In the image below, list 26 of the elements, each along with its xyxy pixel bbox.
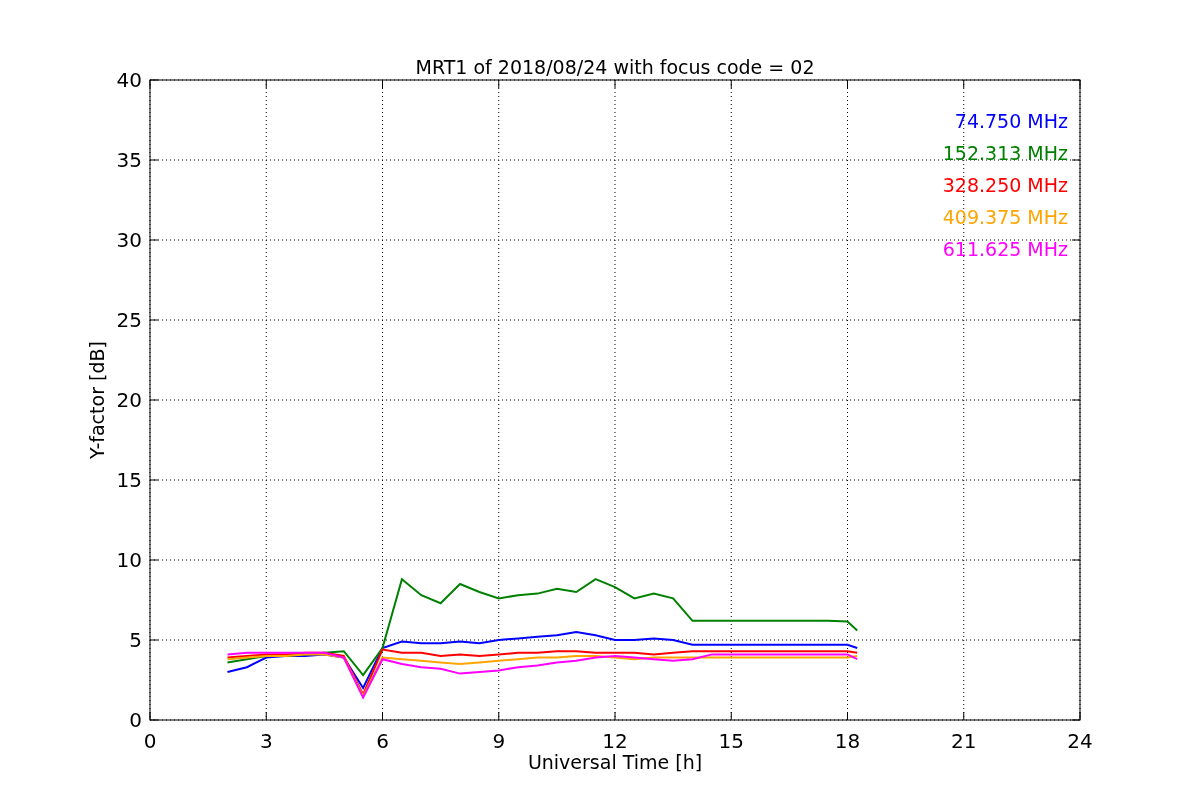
y-tick-label: 25 xyxy=(116,308,142,332)
y-tick-label: 20 xyxy=(116,388,142,412)
x-tick-label: 24 xyxy=(1067,729,1093,753)
y-tick-label: 30 xyxy=(116,228,142,252)
y-tick-label: 10 xyxy=(116,548,142,572)
y-tick-label: 15 xyxy=(116,468,142,492)
y-tick-label: 0 xyxy=(129,708,142,732)
x-tick-label: 9 xyxy=(492,729,506,753)
y-axis-label: Y-factor [dB] xyxy=(86,341,108,459)
y-tick-label: 35 xyxy=(116,148,142,172)
x-tick-label: 21 xyxy=(951,729,977,753)
x-tick-label: 18 xyxy=(834,729,861,753)
legend-label: 409.375 MHz xyxy=(942,206,1068,228)
x-tick-label: 15 xyxy=(718,729,744,753)
y-tick-label: 5 xyxy=(129,628,142,652)
chart-title: MRT1 of 2018/08/24 with focus code = 02 xyxy=(415,56,815,78)
x-tick-label: 3 xyxy=(259,729,273,753)
x-axis-label: Universal Time [h] xyxy=(527,751,703,773)
x-tick-label: 0 xyxy=(143,729,157,753)
x-tick-label: 12 xyxy=(602,729,628,753)
legend-label: 611.625 MHz xyxy=(942,238,1068,260)
legend-label: 152.313 MHz xyxy=(942,142,1068,164)
legend-label: 74.750 MHz xyxy=(954,110,1068,132)
y-tick-label: 40 xyxy=(116,68,142,92)
x-tick-label: 6 xyxy=(376,729,389,753)
legend-label: 328.250 MHz xyxy=(942,174,1068,196)
